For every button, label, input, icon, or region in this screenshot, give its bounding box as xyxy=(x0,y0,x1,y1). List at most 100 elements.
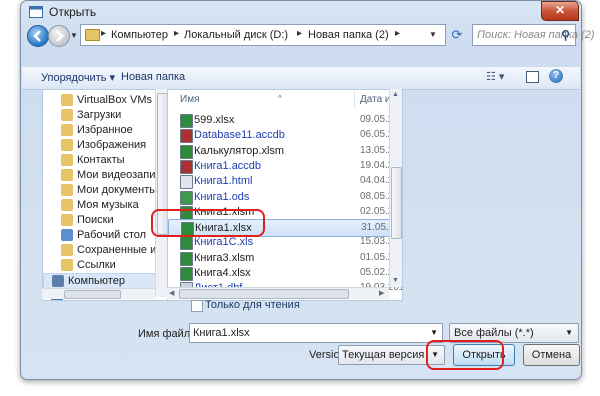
nav-item-label: Избранное xyxy=(77,124,133,136)
nav-item[interactable]: Избранное xyxy=(43,123,168,138)
nav-item-label: VirtualBox VMs xyxy=(77,94,152,106)
readonly-label[interactable]: Только для чтения xyxy=(205,299,300,311)
searches-folder-icon xyxy=(61,214,73,226)
address-bar[interactable]: ▸ Компьютер ▸ Локальный диск (D:) ▸ Нова… xyxy=(80,24,446,46)
filename-value: Книга1.xlsx xyxy=(193,327,250,339)
breadcrumb-local-disk[interactable]: Локальный диск (D:) xyxy=(184,29,288,41)
excel-file-icon xyxy=(180,236,193,251)
scroll-thumb[interactable] xyxy=(391,167,402,239)
nav-item[interactable]: Моя музыка xyxy=(43,198,168,213)
excel-file-icon xyxy=(180,144,193,159)
column-header-name[interactable]: Имя xyxy=(180,94,199,105)
nav-item-label: Моя музыка xyxy=(77,199,139,211)
file-type-value: Все файлы (*.*) xyxy=(454,327,534,339)
scroll-up-arrow-icon[interactable]: ▲ xyxy=(392,91,399,98)
refresh-button[interactable]: ⟳ xyxy=(447,25,467,45)
filename-input[interactable]: Книга1.xlsx ▼ xyxy=(189,323,443,343)
nav-item[interactable]: VirtualBox VMs xyxy=(43,93,168,108)
back-button[interactable] xyxy=(27,25,49,47)
file-row[interactable]: Database11.accdb 06.05.201 xyxy=(168,127,402,144)
breadcrumb-separator: ▸ xyxy=(297,28,303,39)
file-row[interactable]: Книга1.ods 08.05.201 xyxy=(168,189,402,205)
scroll-left-arrow-icon[interactable]: ◀ xyxy=(169,289,174,297)
nav-item-label: Мои видеозапис xyxy=(77,169,161,181)
breadcrumb-separator: ▸ xyxy=(174,28,180,39)
chevron-down-icon[interactable]: ▼ xyxy=(430,328,438,337)
breadcrumb-separator: ▸ xyxy=(395,28,401,39)
file-name: Книга1.ods xyxy=(194,190,250,203)
recent-locations-dropdown[interactable]: ▼ xyxy=(70,31,78,40)
downloads-folder-icon xyxy=(61,109,73,121)
file-row[interactable]: 599.xlsx 09.05.201 xyxy=(168,112,402,128)
new-folder-button[interactable]: Новая папка xyxy=(121,71,185,83)
nav-item[interactable]: Изображения xyxy=(43,138,168,153)
column-divider[interactable] xyxy=(354,90,355,108)
breadcrumb-new-folder[interactable]: Новая папка (2) xyxy=(308,29,389,41)
readonly-checkbox[interactable] xyxy=(191,300,203,312)
file-row[interactable]: Книга4.xlsx 05.02.201 xyxy=(168,265,402,281)
file-row[interactable]: Книга3.xlsm 01.05.201 xyxy=(168,250,402,266)
excel-file-icon xyxy=(180,114,193,128)
file-list-horizontal-scrollbar[interactable]: ◀ ▶ xyxy=(167,287,389,299)
nav-item[interactable]: Рабочий стол xyxy=(43,228,168,243)
desktop-folder-icon xyxy=(61,229,73,241)
nav-item[interactable]: Контакты xyxy=(43,153,168,168)
file-name: Книга1.accdb xyxy=(194,159,262,172)
nav-item-label: Поиски xyxy=(77,214,114,226)
nav-item-label: Рабочий стол xyxy=(77,229,147,241)
close-button[interactable]: ✕ xyxy=(541,1,579,21)
folder-icon xyxy=(61,94,73,106)
file-list-vertical-scrollbar[interactable]: ▲ ▼ xyxy=(389,89,402,287)
scroll-down-arrow-icon[interactable]: ▼ xyxy=(392,277,399,284)
nav-item[interactable]: Мои документы xyxy=(43,183,168,198)
links-folder-icon xyxy=(61,259,73,271)
scroll-right-arrow-icon[interactable]: ▶ xyxy=(379,289,384,297)
videos-folder-icon xyxy=(61,169,73,181)
scroll-thumb[interactable] xyxy=(179,289,349,299)
excel-file-icon xyxy=(180,267,193,281)
refresh-icon: ⟳ xyxy=(451,27,463,42)
nav-horizontal-scrollbar[interactable] xyxy=(42,288,155,299)
pictures-folder-icon xyxy=(61,139,73,151)
forward-arrow-icon xyxy=(56,30,64,42)
nav-item[interactable]: Поиски xyxy=(43,213,168,228)
window-title: Открыть xyxy=(49,5,97,19)
nav-item[interactable]: Мои видеозапис xyxy=(43,168,168,183)
file-row[interactable]: Книга1.html 04.04.201 xyxy=(168,173,402,190)
preview-pane-button[interactable] xyxy=(526,71,539,83)
chevron-down-icon: ▼ xyxy=(565,328,573,337)
file-name: Книга1C.xls xyxy=(194,236,254,249)
file-name: Книга1.html xyxy=(194,175,253,188)
access-file-icon xyxy=(180,159,193,174)
folder-icon xyxy=(85,29,100,41)
excel-file-icon xyxy=(180,251,193,266)
search-input[interactable]: Поиск: Новая папка (2) ⚲ xyxy=(472,24,595,46)
file-name: 599.xlsx xyxy=(194,114,235,126)
file-row[interactable]: Калькулятор.xlsm 13.05.201 xyxy=(168,143,402,159)
scroll-thumb[interactable] xyxy=(64,290,121,299)
html-file-icon xyxy=(180,175,193,190)
nav-item-label: Контакты xyxy=(77,154,125,166)
version-value: Текущая версия xyxy=(342,349,425,361)
forward-button[interactable] xyxy=(48,25,70,47)
nav-item[interactable]: Загрузки xyxy=(43,108,168,123)
change-view-button[interactable]: ☷ ▾ xyxy=(486,70,504,83)
file-row[interactable]: Книга1.accdb 19.04.201 xyxy=(168,158,402,174)
nav-item[interactable]: Сохраненные иг xyxy=(43,243,168,258)
navigation-pane: VirtualBox VMs Загрузки Избранное Изображен… xyxy=(42,89,168,301)
documents-folder-icon xyxy=(61,184,73,196)
nav-item[interactable]: Ссылки xyxy=(43,258,168,273)
cancel-button[interactable]: Отмена xyxy=(523,344,580,366)
breadcrumb-computer[interactable]: Компьютер xyxy=(111,29,168,41)
nav-vertical-scrollbar[interactable] xyxy=(155,89,168,297)
nav-item-label: Сохраненные иг xyxy=(77,244,161,256)
contacts-folder-icon xyxy=(61,154,73,166)
address-dropdown-button[interactable]: ▼ xyxy=(423,25,443,45)
sort-arrow-icon: ^ xyxy=(278,94,282,103)
computer-icon xyxy=(52,275,64,287)
organize-button[interactable]: Упорядочить ▾ xyxy=(41,71,115,84)
nav-item-label: Изображения xyxy=(77,139,147,151)
breadcrumb-separator: ▸ xyxy=(101,28,107,39)
highlight-selected-file xyxy=(151,209,265,237)
help-button[interactable]: ? xyxy=(549,69,563,83)
